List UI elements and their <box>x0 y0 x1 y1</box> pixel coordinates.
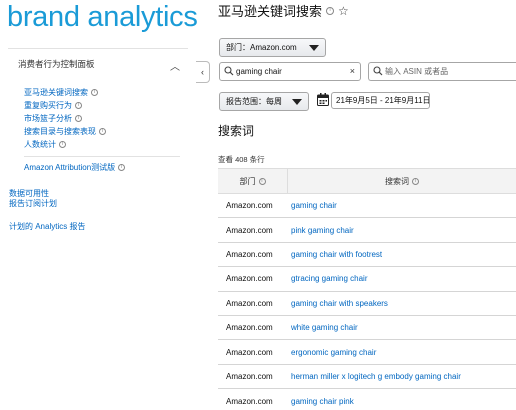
divider <box>8 48 188 49</box>
cell-search-term-link[interactable]: gaming chair with speakers <box>288 299 516 308</box>
info-icon[interactable]: i <box>326 6 335 15</box>
section-header-label: 消费者行为控制面板 <box>18 59 95 69</box>
info-icon[interactable]: i <box>91 89 98 96</box>
cell-search-term-link[interactable]: white gaming chair <box>288 323 516 332</box>
info-icon[interactable]: i <box>118 164 126 171</box>
sidebar-item-keyword-search[interactable]: 亚马逊关键词搜索 i <box>24 86 106 99</box>
sidebar-item-label: 市场篮子分析 <box>24 114 72 123</box>
column-header-department[interactable]: 部门 i <box>218 169 288 193</box>
table-row: Amazon.com gaming chair with speakers <box>218 292 516 316</box>
sidebar-item-label: 重复购买行为 <box>24 101 72 110</box>
cell-search-term-link[interactable]: gaming chair pink <box>288 397 516 406</box>
column-header-search-term[interactable]: 搜索词 i <box>288 169 516 193</box>
cell-department: Amazon.com <box>226 225 273 235</box>
sidebar-item-label: 搜索目录与搜索表现 <box>24 127 96 136</box>
star-icon[interactable]: ☆ <box>338 4 349 18</box>
page-title: 亚马逊关键词搜索 i ☆ <box>218 1 349 20</box>
divider <box>24 156 180 157</box>
sidebar-item-label: 亚马逊关键词搜索 <box>24 88 88 97</box>
sidebar-item-demographics[interactable]: 人数统计 i <box>24 138 106 151</box>
sidebar-item-label: 人数统计 <box>24 140 56 149</box>
info-icon[interactable]: i <box>75 115 82 122</box>
column-header-label: 部门 <box>239 176 256 186</box>
table-row: Amazon.com white gaming chair <box>218 316 516 341</box>
asin-search-input[interactable]: 输入 ASIN 或者品 <box>368 62 516 81</box>
cell-search-term-link[interactable]: gtracing gaming chair <box>288 274 516 283</box>
asin-placeholder: 输入 ASIN 或者品 <box>385 67 449 76</box>
date-range-input[interactable]: 21年9月5日 - 21年9月11日 <box>331 92 430 109</box>
department-dropdown[interactable]: 部门：Amazon.com <box>219 38 326 57</box>
cell-search-term-link[interactable]: gaming chair <box>288 201 516 210</box>
column-header-label: 搜索词 <box>385 176 409 186</box>
sidebar-item-label: Amazon Attribution测试版 <box>24 163 116 172</box>
chevron-up-icon[interactable]: ︿ <box>170 58 180 73</box>
report-range-dropdown[interactable]: 报告范围：每周 <box>219 92 309 111</box>
info-icon[interactable]: i <box>99 128 106 135</box>
link-report-subscriptions[interactable]: 报告订阅计划 <box>9 198 57 209</box>
section-title-search-terms: 搜索词 <box>218 124 255 138</box>
cell-department: Amazon.com <box>226 274 273 284</box>
cell-search-term-link[interactable]: pink gaming chair <box>288 226 516 235</box>
sidebar-item-attribution[interactable]: Amazon Attribution测试版 i <box>24 162 126 173</box>
cell-search-term-link[interactable]: herman miller x logitech g embody gaming… <box>288 372 516 381</box>
sidebar-item-market-basket[interactable]: 市场篮子分析 i <box>24 112 106 125</box>
sidebar-item-search-catalog[interactable]: 搜索目录与搜索表现 i <box>24 125 106 138</box>
results-table: 部门 i 搜索词 i Amazon.com gaming chair Amazon.… <box>218 168 516 410</box>
cell-department: Amazon.com <box>226 371 273 381</box>
info-icon[interactable]: i <box>59 141 66 148</box>
row-count: 查看 408 条行 <box>218 155 265 164</box>
table-row: Amazon.com gaming chair with footrest <box>218 243 516 268</box>
cell-department: Amazon.com <box>226 298 273 308</box>
clear-icon[interactable]: × <box>350 66 355 76</box>
calendar-icon[interactable] <box>317 93 329 106</box>
link-scheduled-reports[interactable]: 计划的 Analytics 报告 <box>9 221 85 232</box>
search-icon <box>224 66 234 76</box>
search-term-input[interactable]: gaming chair × <box>219 62 361 81</box>
table-row: Amazon.com herman miller x logitech g em… <box>218 365 516 390</box>
sidebar-list: 亚马逊关键词搜索 i 重复购买行为 i 市场篮子分析 i 搜索目录与搜索表现 i 人数统… <box>24 86 106 151</box>
search-term-value: gaming chair <box>236 67 282 76</box>
cell-department: Amazon.com <box>226 347 273 357</box>
main-content: ‹ 亚马逊关键词搜索 i ☆ 部门：Amazon.com gaming chai… <box>196 0 516 410</box>
report-range-label: 报告范围：每周 <box>226 97 282 106</box>
page-title-text: 亚马逊关键词搜索 <box>218 4 323 19</box>
info-icon[interactable]: i <box>412 177 419 185</box>
sidebar-item-repeat-purchase[interactable]: 重复购买行为 i <box>24 99 106 112</box>
table-row: Amazon.com ergonomic gaming chair <box>218 340 516 365</box>
table-row: Amazon.com pink gaming chair <box>218 218 516 243</box>
table-row: Amazon.com gaming chair pink <box>218 389 516 410</box>
dropdown-arrow-icon <box>309 45 319 51</box>
cell-department: Amazon.com <box>226 249 273 259</box>
section-header-consumer-behavior[interactable]: 消费者行为控制面板 ︿ <box>18 58 190 73</box>
info-icon[interactable]: i <box>75 102 82 109</box>
cell-search-term-link[interactable]: gaming chair with footrest <box>288 250 516 259</box>
cell-department: Amazon.com <box>226 201 273 211</box>
brand-logo: brand analytics <box>7 1 198 33</box>
table-row: Amazon.com gtracing gaming chair <box>218 267 516 292</box>
cell-department: Amazon.com <box>226 323 273 333</box>
info-icon[interactable]: i <box>258 177 266 185</box>
sidebar: brand analytics 消费者行为控制面板 ︿ 亚马逊关键词搜索 i 重复… <box>0 0 198 410</box>
cell-department: Amazon.com <box>226 396 273 406</box>
table-row: Amazon.com gaming chair <box>218 194 516 219</box>
dropdown-arrow-icon <box>292 99 302 105</box>
cell-search-term-link[interactable]: ergonomic gaming chair <box>288 348 516 357</box>
search-icon <box>373 66 383 76</box>
department-dropdown-label: 部门：Amazon.com <box>226 43 297 52</box>
table-header: 部门 i 搜索词 i <box>218 169 516 194</box>
chevron-left-icon[interactable]: ‹ <box>196 61 210 83</box>
